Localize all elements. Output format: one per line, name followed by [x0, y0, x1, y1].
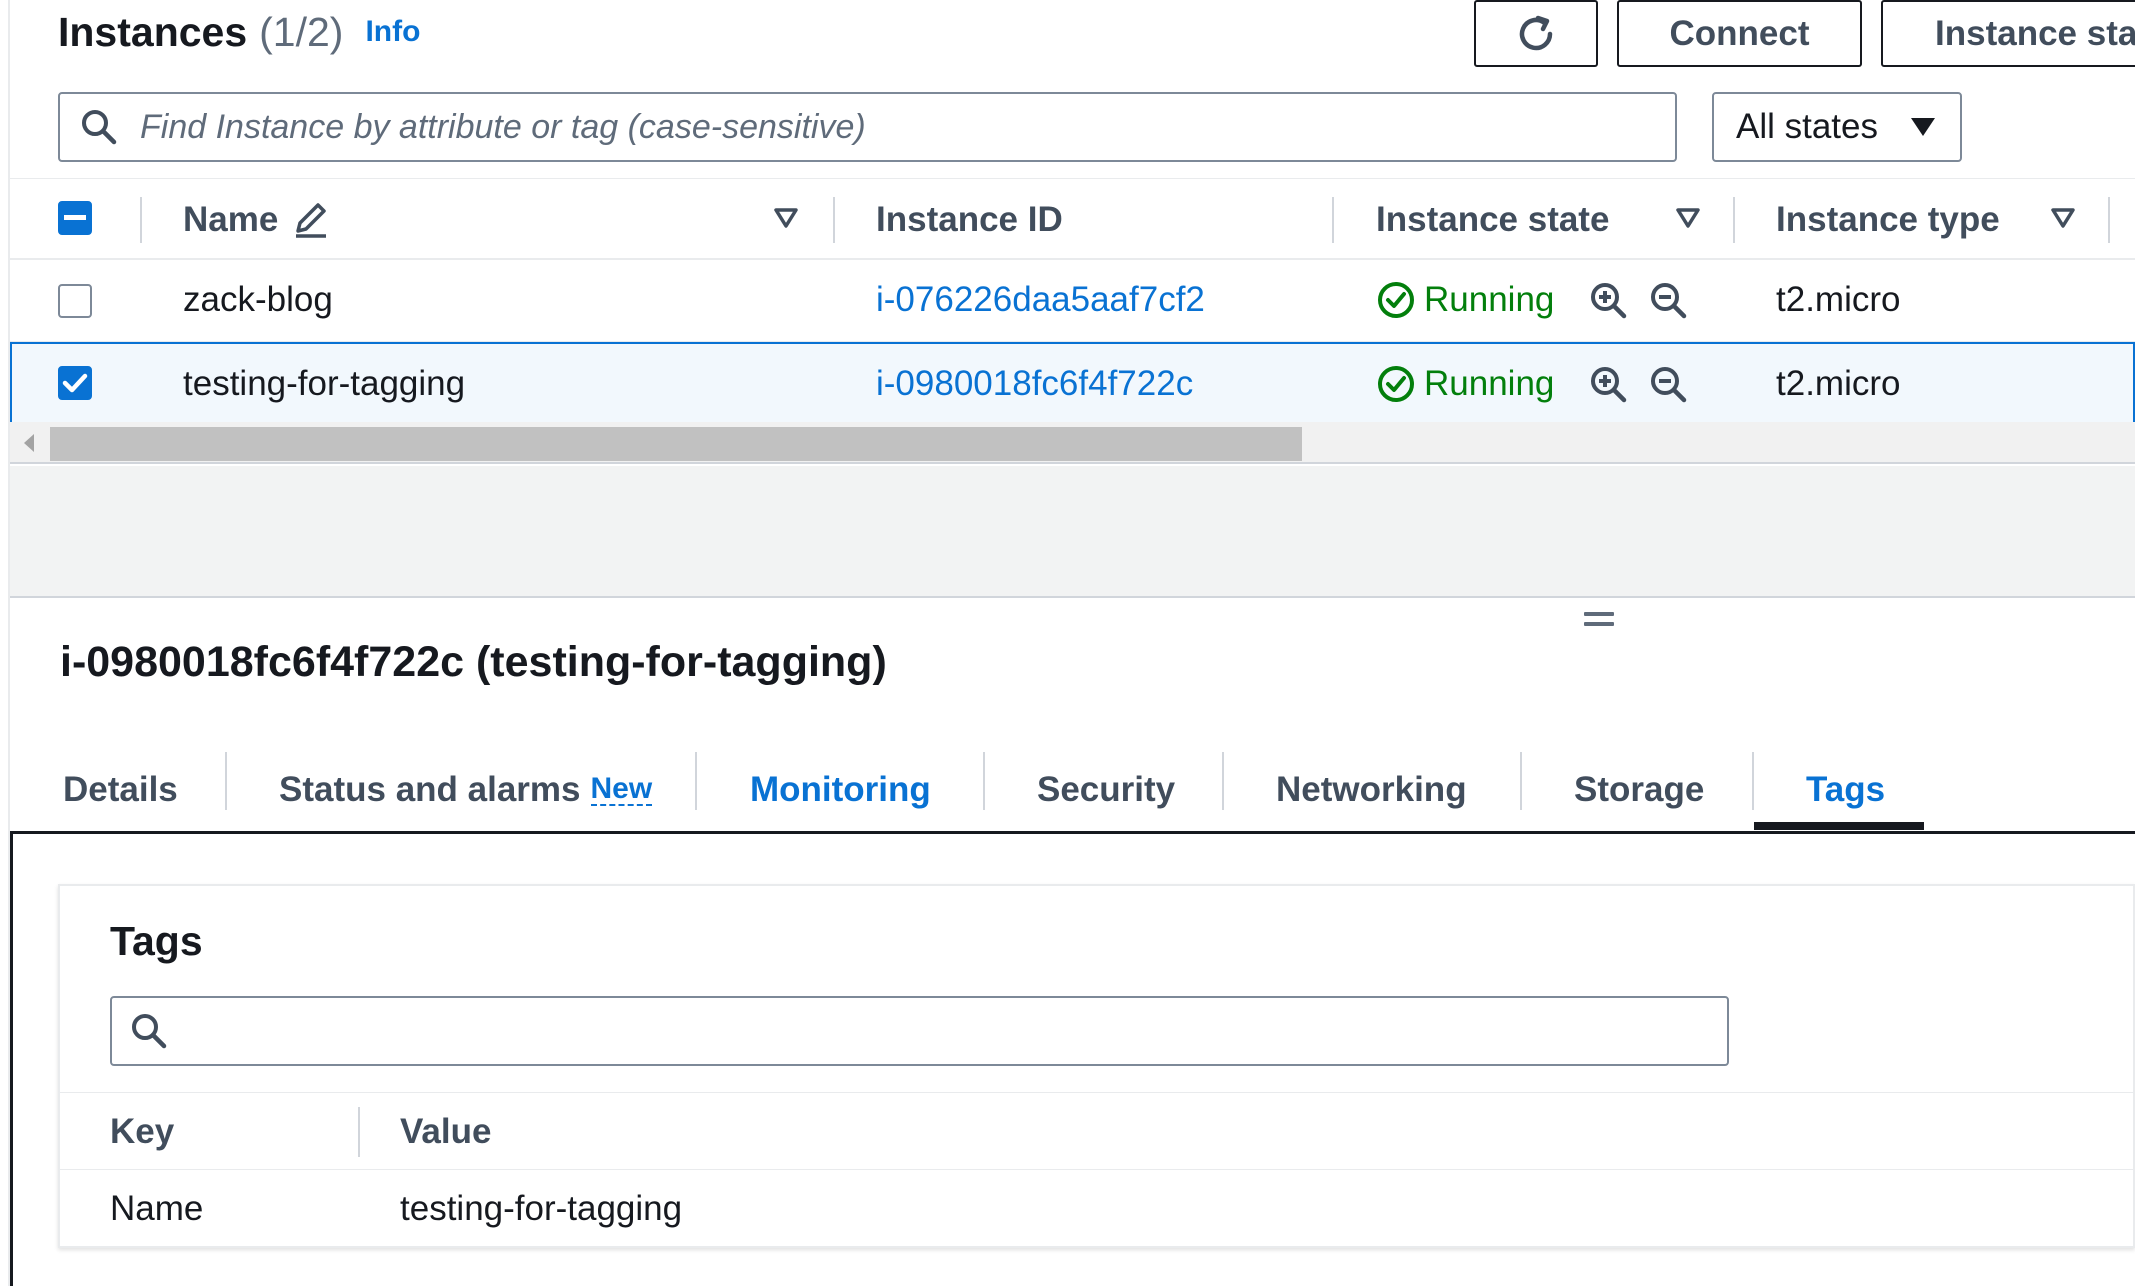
zoom-in-icon[interactable] — [1588, 344, 1628, 424]
tab-monitoring[interactable]: Monitoring — [750, 748, 931, 831]
zoom-out-icon[interactable] — [1648, 260, 1688, 340]
search-icon — [130, 1012, 168, 1050]
column-divider — [1332, 197, 1334, 243]
tab-security[interactable]: Security — [1037, 748, 1175, 831]
tags-table-header: Key Value — [60, 1092, 2135, 1170]
tags-heading: Tags — [110, 918, 203, 964]
tab-divider — [225, 752, 227, 810]
column-header-instance-type[interactable]: Instance type — [1776, 179, 2000, 261]
selection-count: (1/2) — [259, 8, 344, 55]
tab-divider — [983, 752, 985, 810]
connect-button[interactable]: Connect — [1617, 0, 1862, 67]
instance-type: t2.micro — [1776, 364, 1901, 403]
caret-down-icon — [1910, 117, 1936, 137]
table-header: Name Instance ID Instance state Instance… — [10, 178, 2135, 260]
tab-details[interactable]: Details — [63, 748, 178, 831]
instance-id-link[interactable]: i-076226daa5aaf7cf2 — [876, 260, 1205, 340]
check-circle-icon — [1376, 280, 1416, 320]
sort-icon[interactable] — [773, 207, 799, 229]
scroll-left-arrow-icon[interactable] — [24, 434, 34, 452]
tag-row: Name testing-for-tagging — [60, 1170, 2135, 1248]
instance-state: Running — [1376, 260, 1554, 340]
zoom-out-icon[interactable] — [1648, 344, 1688, 424]
tab-divider — [1752, 752, 1754, 810]
column-header-value[interactable]: Value — [400, 1093, 491, 1171]
column-divider — [140, 197, 142, 243]
tab-divider — [1222, 752, 1224, 810]
zoom-in-icon[interactable] — [1588, 260, 1628, 340]
tags-container: Tags Key Value Name testing-for-tagging — [58, 884, 2135, 1248]
instance-state-button[interactable]: Instance state — [1881, 0, 2135, 67]
tab-divider — [695, 752, 697, 810]
state-filter-select[interactable]: All states — [1712, 92, 1962, 162]
tab-storage[interactable]: Storage — [1574, 748, 1704, 831]
row-checkbox[interactable] — [58, 284, 92, 318]
state-text: Running — [1424, 364, 1555, 403]
state-filter-value: All states — [1736, 107, 1878, 146]
info-link[interactable]: Info — [365, 15, 420, 49]
instance-id-link[interactable]: i-0980018fc6f4f722c — [876, 344, 1193, 424]
column-divider — [2108, 197, 2110, 243]
column-divider — [833, 197, 835, 243]
search-placeholder: Find Instance by attribute or tag (case-… — [140, 107, 866, 146]
instances-table: Name Instance ID Instance state Instance… — [10, 178, 2135, 424]
check-circle-icon — [1376, 364, 1416, 404]
refresh-icon — [1514, 12, 1558, 56]
new-badge: New — [590, 771, 653, 806]
search-icon — [80, 108, 118, 146]
column-header-instance-id[interactable]: Instance ID — [876, 179, 1063, 261]
resize-handle-icon[interactable] — [1584, 612, 1614, 630]
tab-networking[interactable]: Networking — [1276, 748, 1467, 831]
tag-key: Name — [110, 1189, 204, 1228]
column-header-instance-state[interactable]: Instance state — [1376, 179, 1609, 261]
instance-search-input[interactable]: Find Instance by attribute or tag (case-… — [58, 92, 1677, 162]
detail-tabs: Details Status and alarms New Monitoring… — [10, 748, 2135, 834]
instance-type: t2.micro — [1776, 280, 1901, 319]
instance-name: zack-blog — [183, 280, 333, 319]
horizontal-scrollbar[interactable] — [10, 422, 2135, 464]
refresh-button[interactable] — [1474, 0, 1598, 67]
tags-search-input[interactable] — [110, 996, 1729, 1066]
row-checkbox-checked[interactable] — [58, 366, 92, 400]
instance-state: Running — [1376, 344, 1554, 424]
instance-detail-title: i-0980018fc6f4f722c (testing-for-tagging… — [60, 638, 887, 686]
tab-status-and-alarms[interactable]: Status and alarms New — [279, 748, 653, 831]
table-row[interactable]: zack-blog i-076226daa5aaf7cf2 Running t2… — [10, 260, 2135, 342]
sort-icon[interactable] — [1675, 207, 1701, 229]
instance-name: testing-for-tagging — [183, 364, 466, 403]
select-all-checkbox[interactable] — [58, 201, 92, 235]
tag-value: testing-for-tagging — [400, 1189, 683, 1228]
state-text: Running — [1424, 280, 1555, 319]
column-header-key[interactable]: Key — [110, 1093, 174, 1171]
column-divider — [358, 1107, 360, 1157]
column-header-name[interactable]: Name — [183, 179, 330, 261]
edit-icon — [292, 201, 330, 239]
instances-header: Instances (1/2) Info — [58, 0, 420, 64]
sort-icon[interactable] — [2050, 207, 2076, 229]
column-divider — [1733, 197, 1735, 243]
tab-divider — [1520, 752, 1522, 810]
scrollbar-thumb[interactable] — [50, 427, 1302, 461]
left-border — [0, 0, 10, 1286]
active-tab-indicator — [1754, 822, 1924, 830]
table-row-selected[interactable]: testing-for-tagging i-0980018fc6f4f722c … — [10, 342, 2135, 424]
tab-tags[interactable]: Tags — [1806, 748, 1885, 831]
page-title: Instances — [58, 8, 248, 55]
split-panel-gap — [10, 466, 2135, 598]
